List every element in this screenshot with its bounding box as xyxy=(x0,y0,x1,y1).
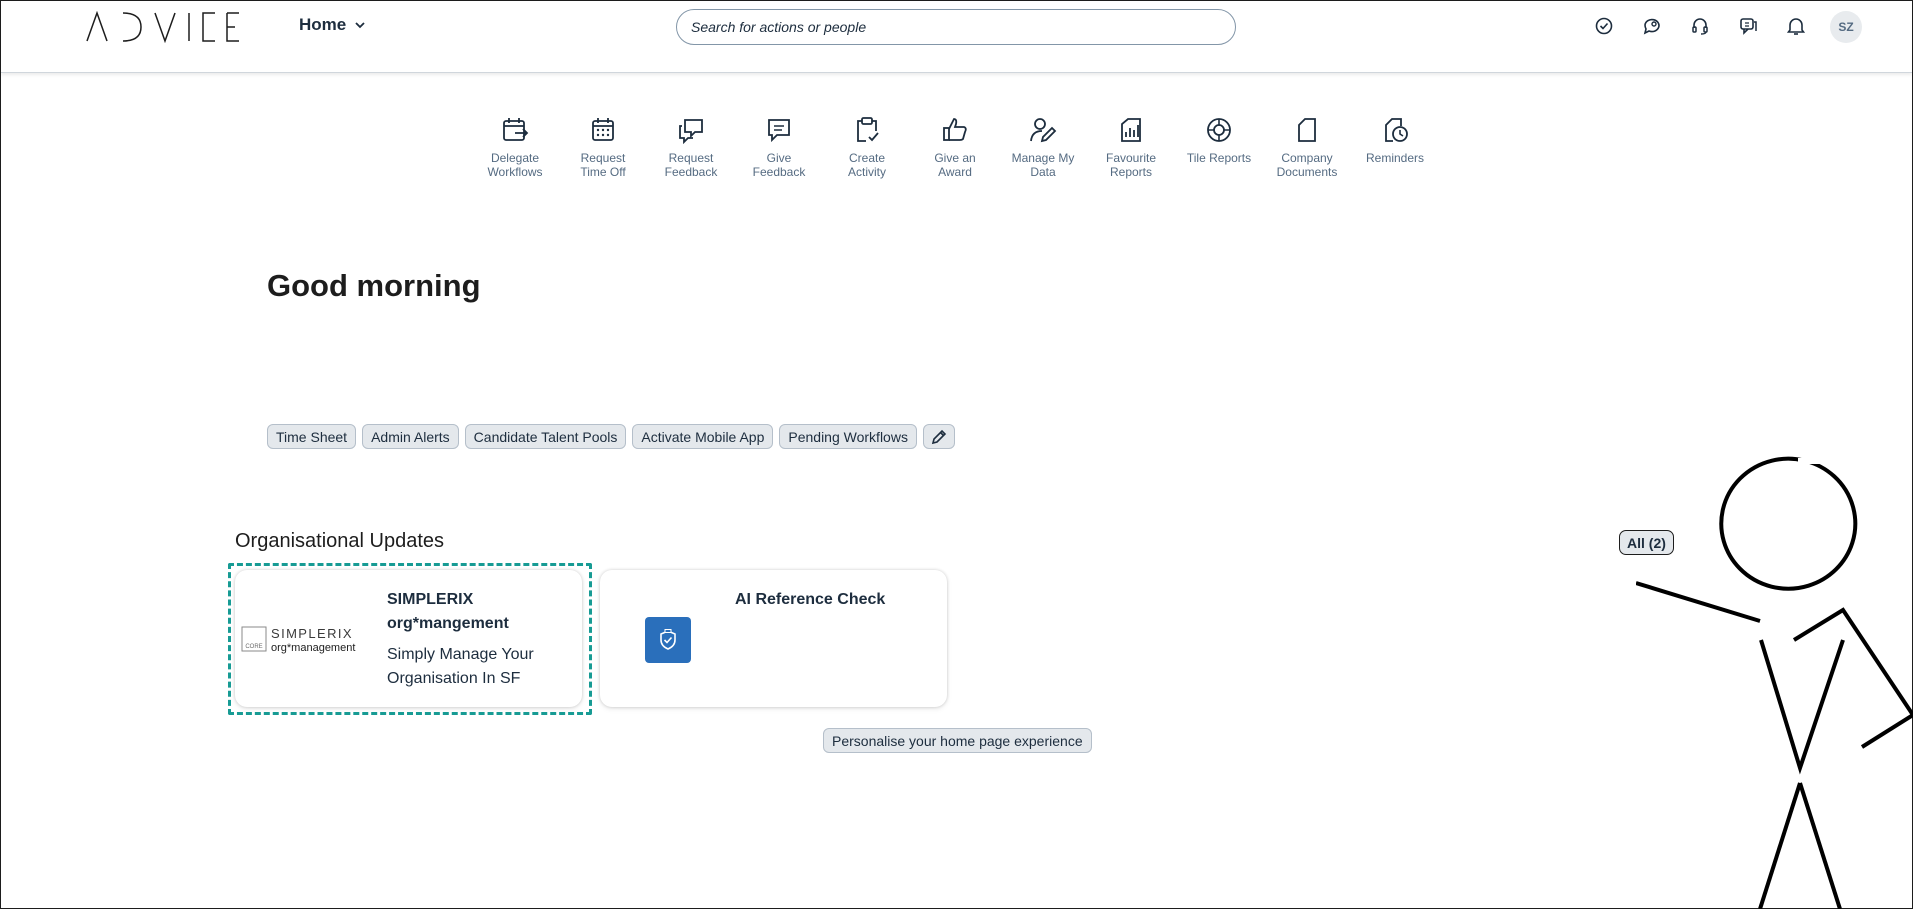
stick-figure-drawing xyxy=(1636,456,1913,909)
quick-action-label: Give Feedback xyxy=(752,151,806,179)
quick-action-label: Company Documents xyxy=(1276,151,1338,179)
quick-action-manage-my-data[interactable]: Manage My Data xyxy=(999,114,1087,179)
quick-action-favourite-reports[interactable]: Favourite Reports xyxy=(1087,114,1175,179)
search-input[interactable] xyxy=(691,19,1221,35)
quick-action-label: Tile Reports xyxy=(1186,151,1252,165)
quick-action-label: Request Feedback xyxy=(664,151,718,179)
shield-check-icon xyxy=(645,617,691,663)
search-field[interactable] xyxy=(676,9,1236,45)
headset-icon[interactable] xyxy=(1688,14,1712,38)
card-subtitle: Simply Manage Your Organisation In SF xyxy=(387,646,534,687)
quick-action-label: Reminders xyxy=(1365,151,1425,165)
quick-action-give-award[interactable]: Give an Award xyxy=(911,114,999,179)
bell-icon[interactable] xyxy=(1784,14,1808,38)
svg-text:CORE: CORE xyxy=(245,644,262,650)
quick-action-label: Manage My Data xyxy=(1011,151,1075,179)
company-logo[interactable] xyxy=(85,11,241,43)
person-edit-icon xyxy=(1027,114,1059,146)
quick-action-give-feedback[interactable]: Give Feedback xyxy=(735,114,823,179)
simplerix-logo: CORE SIMPLERIX org*management xyxy=(241,625,369,655)
calendar-arrow-icon xyxy=(499,114,531,146)
chip-candidate-talent-pools[interactable]: Candidate Talent Pools xyxy=(464,424,627,449)
quick-action-label: Request Time Off xyxy=(580,151,626,179)
clipboard-check-icon xyxy=(851,114,883,146)
chat-support-icon[interactable] xyxy=(1640,14,1664,38)
thumbs-up-icon xyxy=(939,114,971,146)
card-title: SIMPLERIX org*mangement xyxy=(387,591,509,632)
section-title: Organisational Updates xyxy=(235,530,445,552)
quick-action-label: Delegate Workflows xyxy=(487,151,543,179)
chip-activate-mobile-app[interactable]: Activate Mobile App xyxy=(632,424,774,449)
calendar-icon xyxy=(587,114,619,146)
card-title: AI Reference Check xyxy=(735,591,886,608)
quick-action-label: Create Activity xyxy=(847,151,886,179)
quick-action-delegate-workflows[interactable]: Delegate Workflows xyxy=(471,114,559,179)
greeting-title: Good morning xyxy=(267,268,481,303)
chip-time-sheet[interactable]: Time Sheet xyxy=(267,424,357,449)
quick-action-label: Favourite Reports xyxy=(1105,151,1157,179)
edit-chips-button[interactable] xyxy=(922,424,955,449)
quick-action-request-time-off[interactable]: Request Time Off xyxy=(559,114,647,179)
feedback-icon[interactable] xyxy=(1736,14,1760,38)
quick-action-label: Give an Award xyxy=(934,151,976,179)
reminder-clock-icon xyxy=(1379,114,1411,146)
shell-bar: Home SZ xyxy=(1,1,1912,73)
home-menu[interactable]: Home xyxy=(299,15,366,35)
home-menu-label: Home xyxy=(299,15,347,34)
quick-action-reminders[interactable]: Reminders xyxy=(1351,114,1439,165)
chip-admin-alerts[interactable]: Admin Alerts xyxy=(362,424,459,449)
check-circle-icon[interactable] xyxy=(1592,14,1616,38)
quick-action-tile-reports[interactable]: Tile Reports xyxy=(1175,114,1263,165)
quick-action-create-activity[interactable]: Create Activity xyxy=(823,114,911,179)
update-card-ai-reference-check[interactable]: AI Reference Check xyxy=(600,570,947,707)
update-card-simplerix[interactable]: CORE SIMPLERIX org*management SIMPLERIX … xyxy=(235,570,582,707)
pencil-icon xyxy=(931,429,947,444)
chip-pending-workflows[interactable]: Pending Workflows xyxy=(779,424,917,449)
avatar[interactable]: SZ xyxy=(1830,11,1862,43)
quick-action-company-documents[interactable]: Company Documents xyxy=(1263,114,1351,179)
chevron-down-icon xyxy=(355,22,365,29)
report-icon xyxy=(1115,114,1147,146)
personalise-button[interactable]: Personalise your home page experience xyxy=(823,728,1092,753)
document-icon xyxy=(1291,114,1323,146)
svg-text:org*management: org*management xyxy=(271,642,355,654)
feedback-request-icon xyxy=(675,114,707,146)
shortcut-chips: Time Sheet Admin Alerts Candidate Talent… xyxy=(267,424,955,449)
quick-action-request-feedback[interactable]: Request Feedback xyxy=(647,114,735,179)
target-icon xyxy=(1203,114,1235,146)
message-icon xyxy=(763,114,795,146)
svg-text:SIMPLERIX: SIMPLERIX xyxy=(271,626,353,641)
